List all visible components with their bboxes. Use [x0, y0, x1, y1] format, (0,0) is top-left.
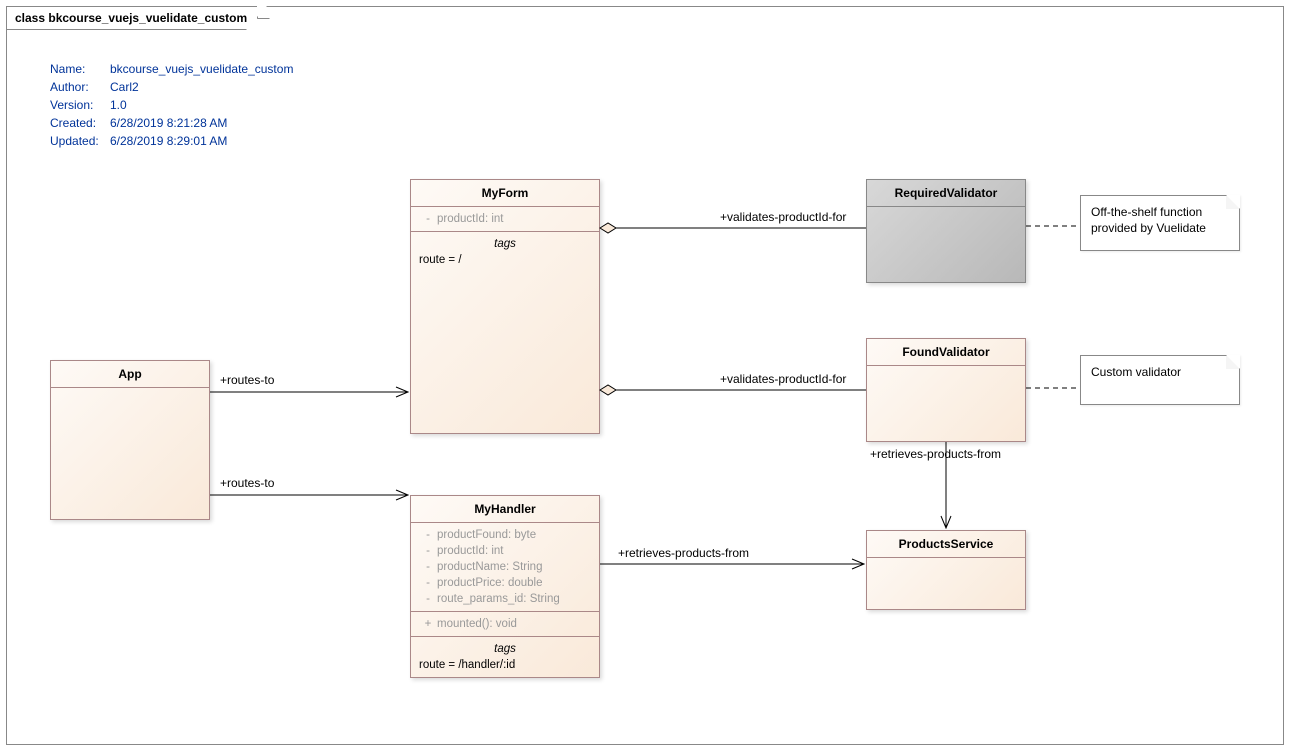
class-title: ProductsService — [867, 531, 1025, 558]
meta-label: Author: — [50, 78, 110, 96]
meta-row: Name: bkcourse_vuejs_vuelidate_custom — [50, 60, 293, 78]
frame-title-tab: class bkcourse_vuejs_vuelidate_custom — [6, 6, 258, 30]
attribute-row: - productId: int — [419, 211, 591, 227]
class-foundvalidator[interactable]: FoundValidator — [866, 338, 1026, 442]
meta-value: 1.0 — [110, 96, 127, 114]
operation-row: + mounted(): void — [419, 616, 591, 632]
tags-line: route = / — [419, 254, 462, 266]
attribute-row: - productName: String — [419, 559, 591, 575]
tags-line: route = /handler/:id — [419, 659, 515, 671]
class-app[interactable]: App — [50, 360, 210, 520]
operation-text: mounted(): void — [437, 616, 517, 632]
attribute-row: - productId: int — [419, 543, 591, 559]
attribute-row: - productFound: byte — [419, 527, 591, 543]
attribute-row: - route_params_id: String — [419, 591, 591, 607]
class-title: MyHandler — [411, 496, 599, 523]
class-myhandler[interactable]: MyHandler - productFound: byte - product… — [410, 495, 600, 678]
edge-label: +routes-to — [220, 373, 274, 387]
visibility: - — [419, 527, 437, 543]
class-operations: + mounted(): void — [411, 612, 599, 637]
class-title: MyForm — [411, 180, 599, 207]
class-attributes: - productFound: byte - productId: int - … — [411, 523, 599, 612]
meta-value: bkcourse_vuejs_vuelidate_custom — [110, 60, 293, 78]
class-requiredvalidator[interactable]: RequiredValidator — [866, 179, 1026, 283]
meta-row: Created: 6/28/2019 8:21:28 AM — [50, 114, 293, 132]
class-title: FoundValidator — [867, 339, 1025, 366]
meta-label: Updated: — [50, 132, 110, 150]
note-found[interactable]: Custom validator — [1080, 355, 1240, 405]
class-attributes: - productId: int — [411, 207, 599, 232]
attribute-text: productFound: byte — [437, 527, 536, 543]
visibility: + — [419, 616, 437, 632]
edge-label: +retrieves-products-from — [618, 546, 749, 560]
edge-label: +validates-productId-for — [720, 372, 846, 386]
visibility: - — [419, 211, 437, 227]
edge-label: +retrieves-products-from — [870, 447, 1001, 461]
note-line: Custom validator — [1091, 365, 1181, 379]
attribute-text: route_params_id: String — [437, 591, 560, 607]
meta-value: 6/28/2019 8:21:28 AM — [110, 114, 227, 132]
class-productsservice[interactable]: ProductsService — [866, 530, 1026, 610]
note-line: Off-the-shelf function — [1091, 205, 1202, 219]
note-required[interactable]: Off-the-shelf function provided by Vueli… — [1080, 195, 1240, 251]
meta-value: 6/28/2019 8:29:01 AM — [110, 132, 227, 150]
meta-label: Name: — [50, 60, 110, 78]
meta-row: Author: Carl2 — [50, 78, 293, 96]
meta-label: Version: — [50, 96, 110, 114]
attribute-text: productPrice: double — [437, 575, 542, 591]
note-line: provided by Vuelidate — [1091, 221, 1206, 235]
frame-title: class bkcourse_vuejs_vuelidate_custom — [15, 11, 247, 25]
tags-heading: tags — [419, 641, 591, 657]
edge-label: +validates-productId-for — [720, 210, 846, 224]
class-title: App — [51, 361, 209, 388]
meta-row: Updated: 6/28/2019 8:29:01 AM — [50, 132, 293, 150]
visibility: - — [419, 559, 437, 575]
class-tags: tags route = / — [411, 232, 599, 272]
tags-heading: tags — [419, 236, 591, 252]
attribute-row: - productPrice: double — [419, 575, 591, 591]
attribute-text: productId: int — [437, 543, 503, 559]
meta-value: Carl2 — [110, 78, 139, 96]
edge-label: +routes-to — [220, 476, 274, 490]
diagram-metadata: Name: bkcourse_vuejs_vuelidate_custom Au… — [50, 60, 293, 150]
meta-row: Version: 1.0 — [50, 96, 293, 114]
attribute-text: productName: String — [437, 559, 542, 575]
class-tags: tags route = /handler/:id — [411, 637, 599, 677]
attribute-text: productId: int — [437, 211, 503, 227]
visibility: - — [419, 575, 437, 591]
class-myform[interactable]: MyForm - productId: int tags route = / — [410, 179, 600, 434]
visibility: - — [419, 543, 437, 559]
visibility: - — [419, 591, 437, 607]
meta-label: Created: — [50, 114, 110, 132]
class-title: RequiredValidator — [867, 180, 1025, 207]
